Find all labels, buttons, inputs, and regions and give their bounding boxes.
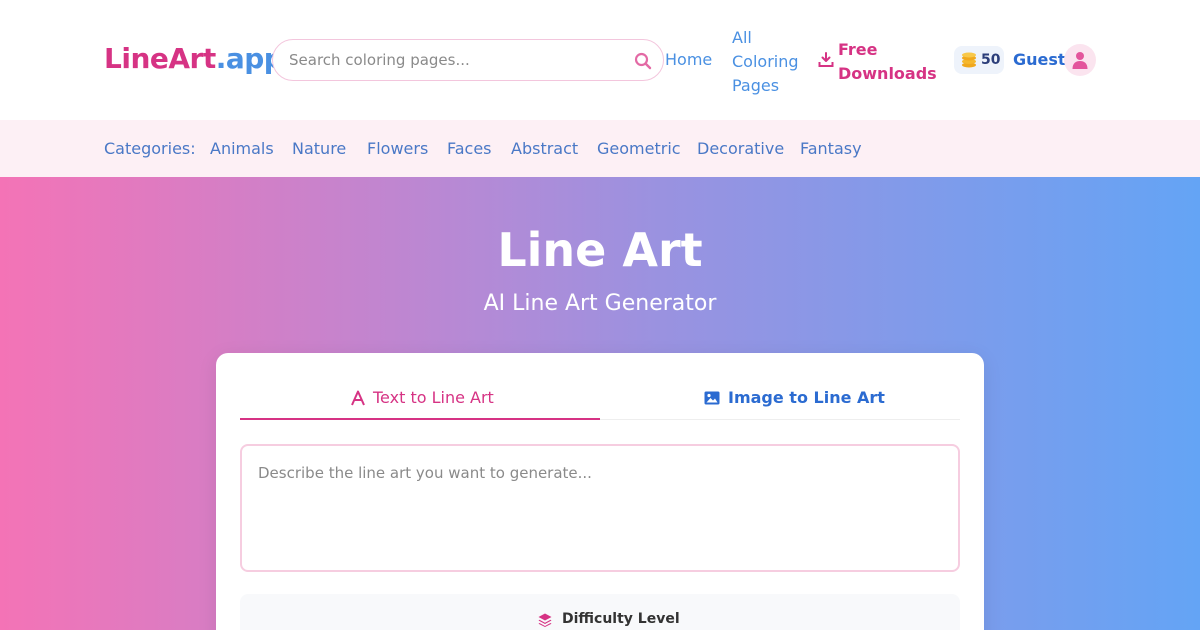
- difficulty-label: Difficulty Level: [562, 611, 680, 627]
- category-link-abstract[interactable]: Abstract: [511, 139, 578, 158]
- generator-card: Text to Line Art Image to Line Art Diffi…: [216, 353, 984, 630]
- user-name[interactable]: Guest: [1013, 50, 1066, 69]
- search-box: [272, 39, 664, 81]
- credits-count: 50: [981, 52, 1001, 68]
- hero-subtitle: AI Line Art Generator: [483, 291, 717, 316]
- mode-tabs: Text to Line Art Image to Line Art: [240, 377, 960, 420]
- nav-home-link[interactable]: Home: [665, 50, 712, 69]
- prompt-textarea[interactable]: [240, 444, 960, 572]
- difficulty-section: Difficulty Level: [240, 594, 960, 630]
- search-icon[interactable]: [633, 51, 653, 71]
- avatar-button[interactable]: [1064, 44, 1096, 76]
- image-icon: [704, 391, 720, 405]
- credits-badge[interactable]: 50: [954, 46, 1004, 74]
- nav-all-coloring-pages-link[interactable]: All Coloring Pages: [732, 26, 802, 98]
- tab-text-to-line-art[interactable]: Text to Line Art: [240, 377, 600, 420]
- categories-bar: Categories: Animals Nature Flowers Faces…: [0, 120, 1200, 177]
- font-icon: [351, 390, 365, 406]
- top-header: LineArt.app Home All Coloring Pages Free…: [0, 0, 1200, 120]
- category-link-faces[interactable]: Faces: [447, 139, 492, 158]
- categories-label: Categories:: [104, 139, 196, 158]
- free-downloads-label: Free Downloads: [838, 40, 937, 83]
- tab-label: Image to Line Art: [728, 388, 885, 407]
- tab-label: Text to Line Art: [373, 388, 494, 407]
- category-link-decorative[interactable]: Decorative: [697, 139, 784, 158]
- search-input[interactable]: [289, 40, 619, 80]
- tab-image-to-line-art[interactable]: Image to Line Art: [600, 377, 960, 420]
- layers-icon: [538, 613, 552, 627]
- hero-section: Line Art AI Line Art Generator Text to L…: [0, 177, 1200, 630]
- category-link-geometric[interactable]: Geometric: [597, 139, 681, 158]
- category-link-nature[interactable]: Nature: [292, 139, 346, 158]
- user-icon: [1072, 52, 1088, 69]
- coins-icon: [962, 52, 976, 68]
- logo-part-1: LineArt: [104, 42, 216, 75]
- site-logo[interactable]: LineArt.app: [104, 42, 284, 75]
- category-link-fantasy[interactable]: Fantasy: [800, 139, 862, 158]
- category-link-animals[interactable]: Animals: [210, 139, 274, 158]
- hero-title: Line Art: [497, 223, 703, 277]
- download-icon: [818, 52, 834, 67]
- category-link-flowers[interactable]: Flowers: [367, 139, 428, 158]
